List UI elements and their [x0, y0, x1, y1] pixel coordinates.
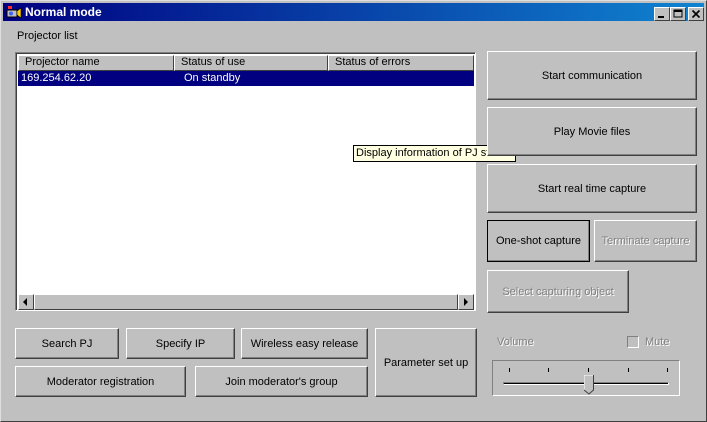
moderator-registration-button[interactable]: Moderator registration — [15, 366, 186, 397]
arrow-right-icon — [464, 298, 468, 306]
column-header-projector-name[interactable]: Projector name — [18, 55, 174, 71]
column-header-status-of-use[interactable]: Status of use — [174, 55, 328, 71]
scroll-left-button[interactable] — [18, 294, 34, 310]
minimize-icon — [658, 16, 664, 18]
minimize-button[interactable] — [654, 7, 670, 21]
play-movie-files-button[interactable]: Play Movie files — [487, 107, 697, 156]
volume-label: Volume — [497, 336, 534, 348]
maximize-icon — [673, 9, 683, 18]
wireless-easy-release-button[interactable]: Wireless easy release — [241, 328, 368, 359]
arrow-left-icon — [23, 298, 27, 306]
horizontal-scrollbar[interactable] — [18, 294, 474, 310]
cell-status-of-use: On standby — [184, 72, 241, 84]
volume-slider[interactable] — [492, 360, 680, 396]
mute-label: Mute — [645, 336, 670, 348]
start-real-time-capture-button[interactable]: Start real time capture — [487, 164, 697, 213]
slider-tick — [628, 368, 629, 372]
mute-checkbox[interactable] — [627, 336, 639, 348]
slider-tick — [588, 368, 589, 372]
close-button[interactable] — [688, 7, 704, 21]
select-capturing-object-button[interactable]: Select capturing object — [487, 270, 629, 313]
window-title: Normal mode — [25, 5, 102, 19]
start-communication-button[interactable]: Start communication — [487, 51, 697, 100]
cell-projector-name: 169.254.62.20 — [21, 72, 92, 84]
join-moderators-group-button[interactable]: Join moderator's group — [195, 366, 368, 397]
slider-thumb[interactable] — [584, 375, 594, 395]
maximize-button[interactable] — [670, 7, 686, 21]
app-icon — [6, 6, 22, 19]
specify-ip-button[interactable]: Specify IP — [126, 328, 235, 359]
title-bar[interactable]: Normal mode — [3, 3, 704, 21]
search-pj-button[interactable]: Search PJ — [15, 328, 119, 359]
projector-list[interactable]: Projector name Status of use Status of e… — [15, 52, 476, 311]
scroll-right-button[interactable] — [458, 294, 474, 310]
slider-tick — [509, 368, 510, 372]
terminate-capture-button[interactable]: Terminate capture — [594, 220, 697, 262]
parameter-set-up-button[interactable]: Parameter set up — [375, 328, 477, 397]
slider-tick — [667, 368, 668, 372]
scrollbar-thumb[interactable] — [34, 294, 458, 310]
table-row[interactable]: 169.254.62.20 On standby — [18, 71, 474, 86]
close-icon — [691, 9, 701, 19]
projector-list-label: Projector list — [17, 30, 78, 42]
slider-tick — [548, 368, 549, 372]
column-header-status-of-errors[interactable]: Status of errors — [328, 55, 474, 71]
one-shot-capture-button[interactable]: One-shot capture — [487, 220, 590, 262]
